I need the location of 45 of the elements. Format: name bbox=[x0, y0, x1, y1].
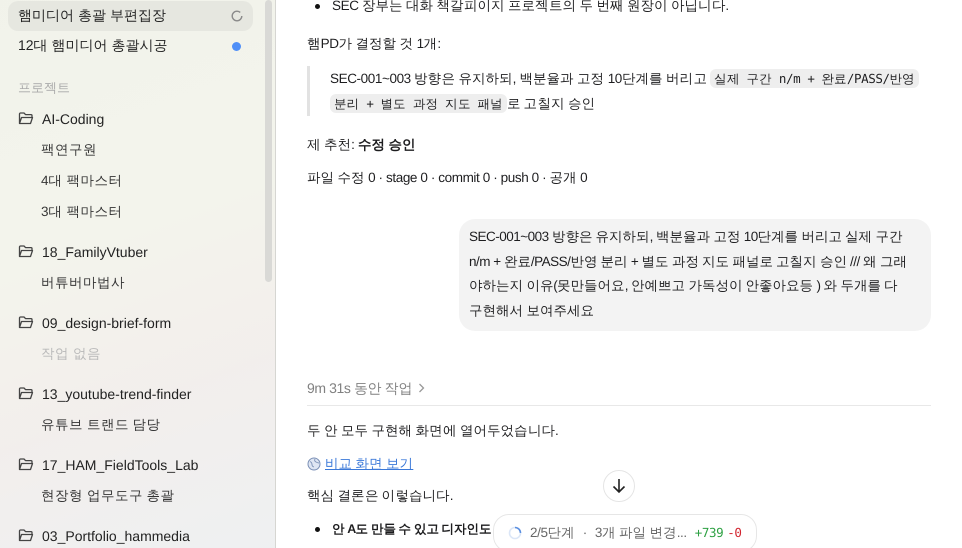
paragraph: 핵심 결론은 이렇습니다. bbox=[307, 487, 454, 505]
project-thread[interactable]: 버튜버마법사 bbox=[8, 267, 253, 298]
compare-link[interactable]: 비교 화면 보기 bbox=[307, 453, 414, 475]
arrow-down-icon bbox=[612, 478, 626, 494]
lines-added: +739 bbox=[694, 524, 724, 542]
bullet-dot bbox=[315, 4, 320, 9]
folder-icon bbox=[18, 387, 34, 400]
project-name[interactable]: AI-Coding bbox=[42, 110, 104, 126]
paragraph: 햄PD가 결정할 것 1개: bbox=[307, 35, 441, 53]
project-name[interactable]: 03_Portfolio_hammedia bbox=[42, 528, 190, 544]
scrollbar[interactable] bbox=[265, 0, 272, 282]
bullet-text: SEC 장부는 대화 책갈피이지 프로젝트의 두 번째 원장이 아닙니다. bbox=[332, 0, 729, 15]
thread-item[interactable]: 12대 햄미디어 총괄시공 bbox=[8, 31, 253, 61]
folder-icon bbox=[18, 316, 34, 329]
project-thread[interactable]: 3대 팩마스터 bbox=[8, 196, 253, 227]
bullet-dot bbox=[315, 527, 320, 532]
project-name[interactable]: 18_FamilyVtuber bbox=[42, 244, 148, 260]
folder-icon bbox=[18, 112, 34, 125]
project-name[interactable]: 17_HAM_FieldTools_Lab bbox=[42, 456, 198, 472]
lines-removed: -0 bbox=[727, 524, 742, 542]
files-changed: 3개 파일 변경... bbox=[594, 524, 687, 542]
step-count: 2/5단계 bbox=[530, 524, 575, 542]
globe-icon bbox=[307, 457, 321, 471]
project-name[interactable]: 09_design-brief-form bbox=[42, 314, 172, 330]
status-pill[interactable]: 2/5단계 · 3개 파일 변경... +739 -0 bbox=[493, 514, 757, 548]
paragraph: 두 안 모두 구현해 화면에 열어두었습니다. bbox=[307, 422, 558, 440]
paragraph: 제 추천: 수정 승인 bbox=[307, 136, 416, 154]
project-thread[interactable]: 현장형 업무도구 총괄 bbox=[8, 480, 253, 511]
folder-icon bbox=[18, 458, 34, 471]
section-label: 프로젝트 bbox=[17, 79, 71, 97]
folder-icon bbox=[18, 245, 34, 258]
project-thread[interactable]: 4대 팩마스터 bbox=[8, 165, 253, 196]
thread-item[interactable]: 햄미디어 총괄 부편집장 bbox=[8, 1, 253, 31]
paragraph: 파일 수정 0 · stage 0 · commit 0 · push 0 · 공개 0 bbox=[307, 169, 588, 187]
project-thread[interactable]: 유튜브 트랜드 담당 bbox=[8, 409, 253, 440]
scroll-down-button[interactable] bbox=[603, 470, 635, 502]
chevron-icon bbox=[418, 383, 425, 393]
bullet-text: 안 A도 만들 수 있고 디자인도 bbox=[332, 521, 492, 538]
project-thread[interactable]: 팩연구원 bbox=[8, 134, 253, 165]
folder-icon bbox=[18, 529, 34, 542]
spinner-icon bbox=[508, 526, 522, 540]
separator: · bbox=[582, 524, 587, 542]
project-name[interactable]: 13_youtube-trend-finder bbox=[42, 386, 192, 402]
user-message: SEC-001~003 방향은 유지하되, 백분율과 고정 10단계를 버리고 실제 구간 n/m + 완료/PASS/반영 분리 + 별도 과정 지도 패널로 고칠지 승인 /// 왜 그래야하는지 이유(못만들어요, 안예쁘고 가독성이 안좋아요등 ) 와 두개를 다 구현해서 보여주세요 bbox=[459, 219, 931, 331]
work-summary[interactable]: 9m 31s 동안 작업 bbox=[307, 377, 425, 399]
